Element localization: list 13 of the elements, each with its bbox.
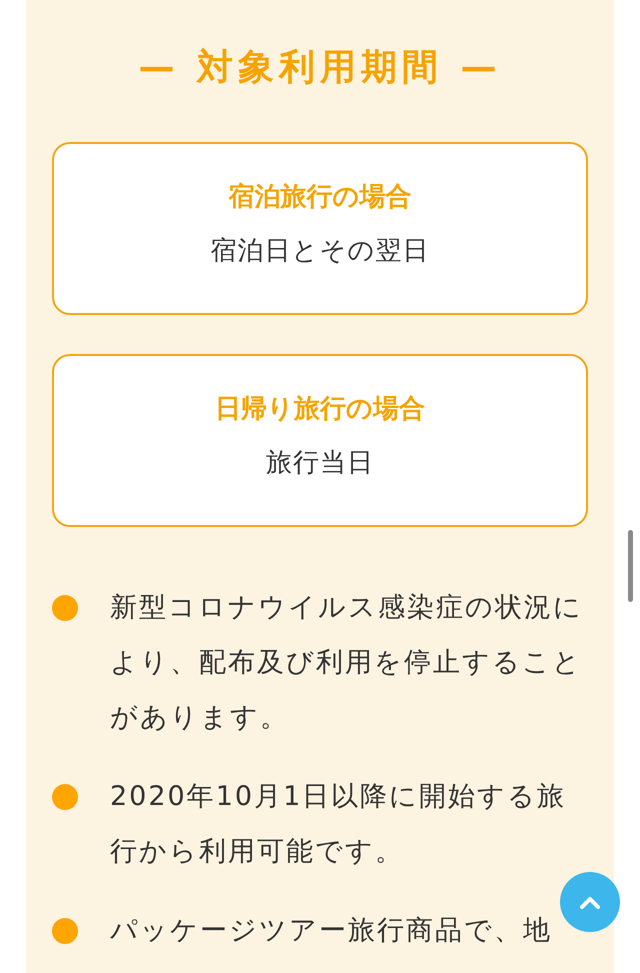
- bullet-icon: [52, 595, 78, 621]
- card-detail: 宿泊日とその翌日: [210, 235, 430, 268]
- note-text: 新型コロナウイルス感染症の状況により、配布及び利用を停止することがあります。: [110, 591, 584, 735]
- scrollbar[interactable]: [628, 530, 633, 602]
- bullet-icon: [52, 918, 78, 944]
- card-detail: 旅行当日: [266, 447, 374, 480]
- card-heading: 宿泊旅行の場合: [228, 181, 412, 214]
- card-heading: 日帰り旅行の場合: [215, 393, 425, 426]
- note-text: 2020年10月1日以降に開始する旅行から利用可能です。: [110, 780, 568, 869]
- chevron-up-icon: [580, 895, 600, 909]
- section-title: — 対象利用期間 —: [137, 46, 503, 90]
- bullet-icon: [52, 784, 78, 810]
- note-text: パッケージツアー旅行商品で、地: [110, 914, 553, 948]
